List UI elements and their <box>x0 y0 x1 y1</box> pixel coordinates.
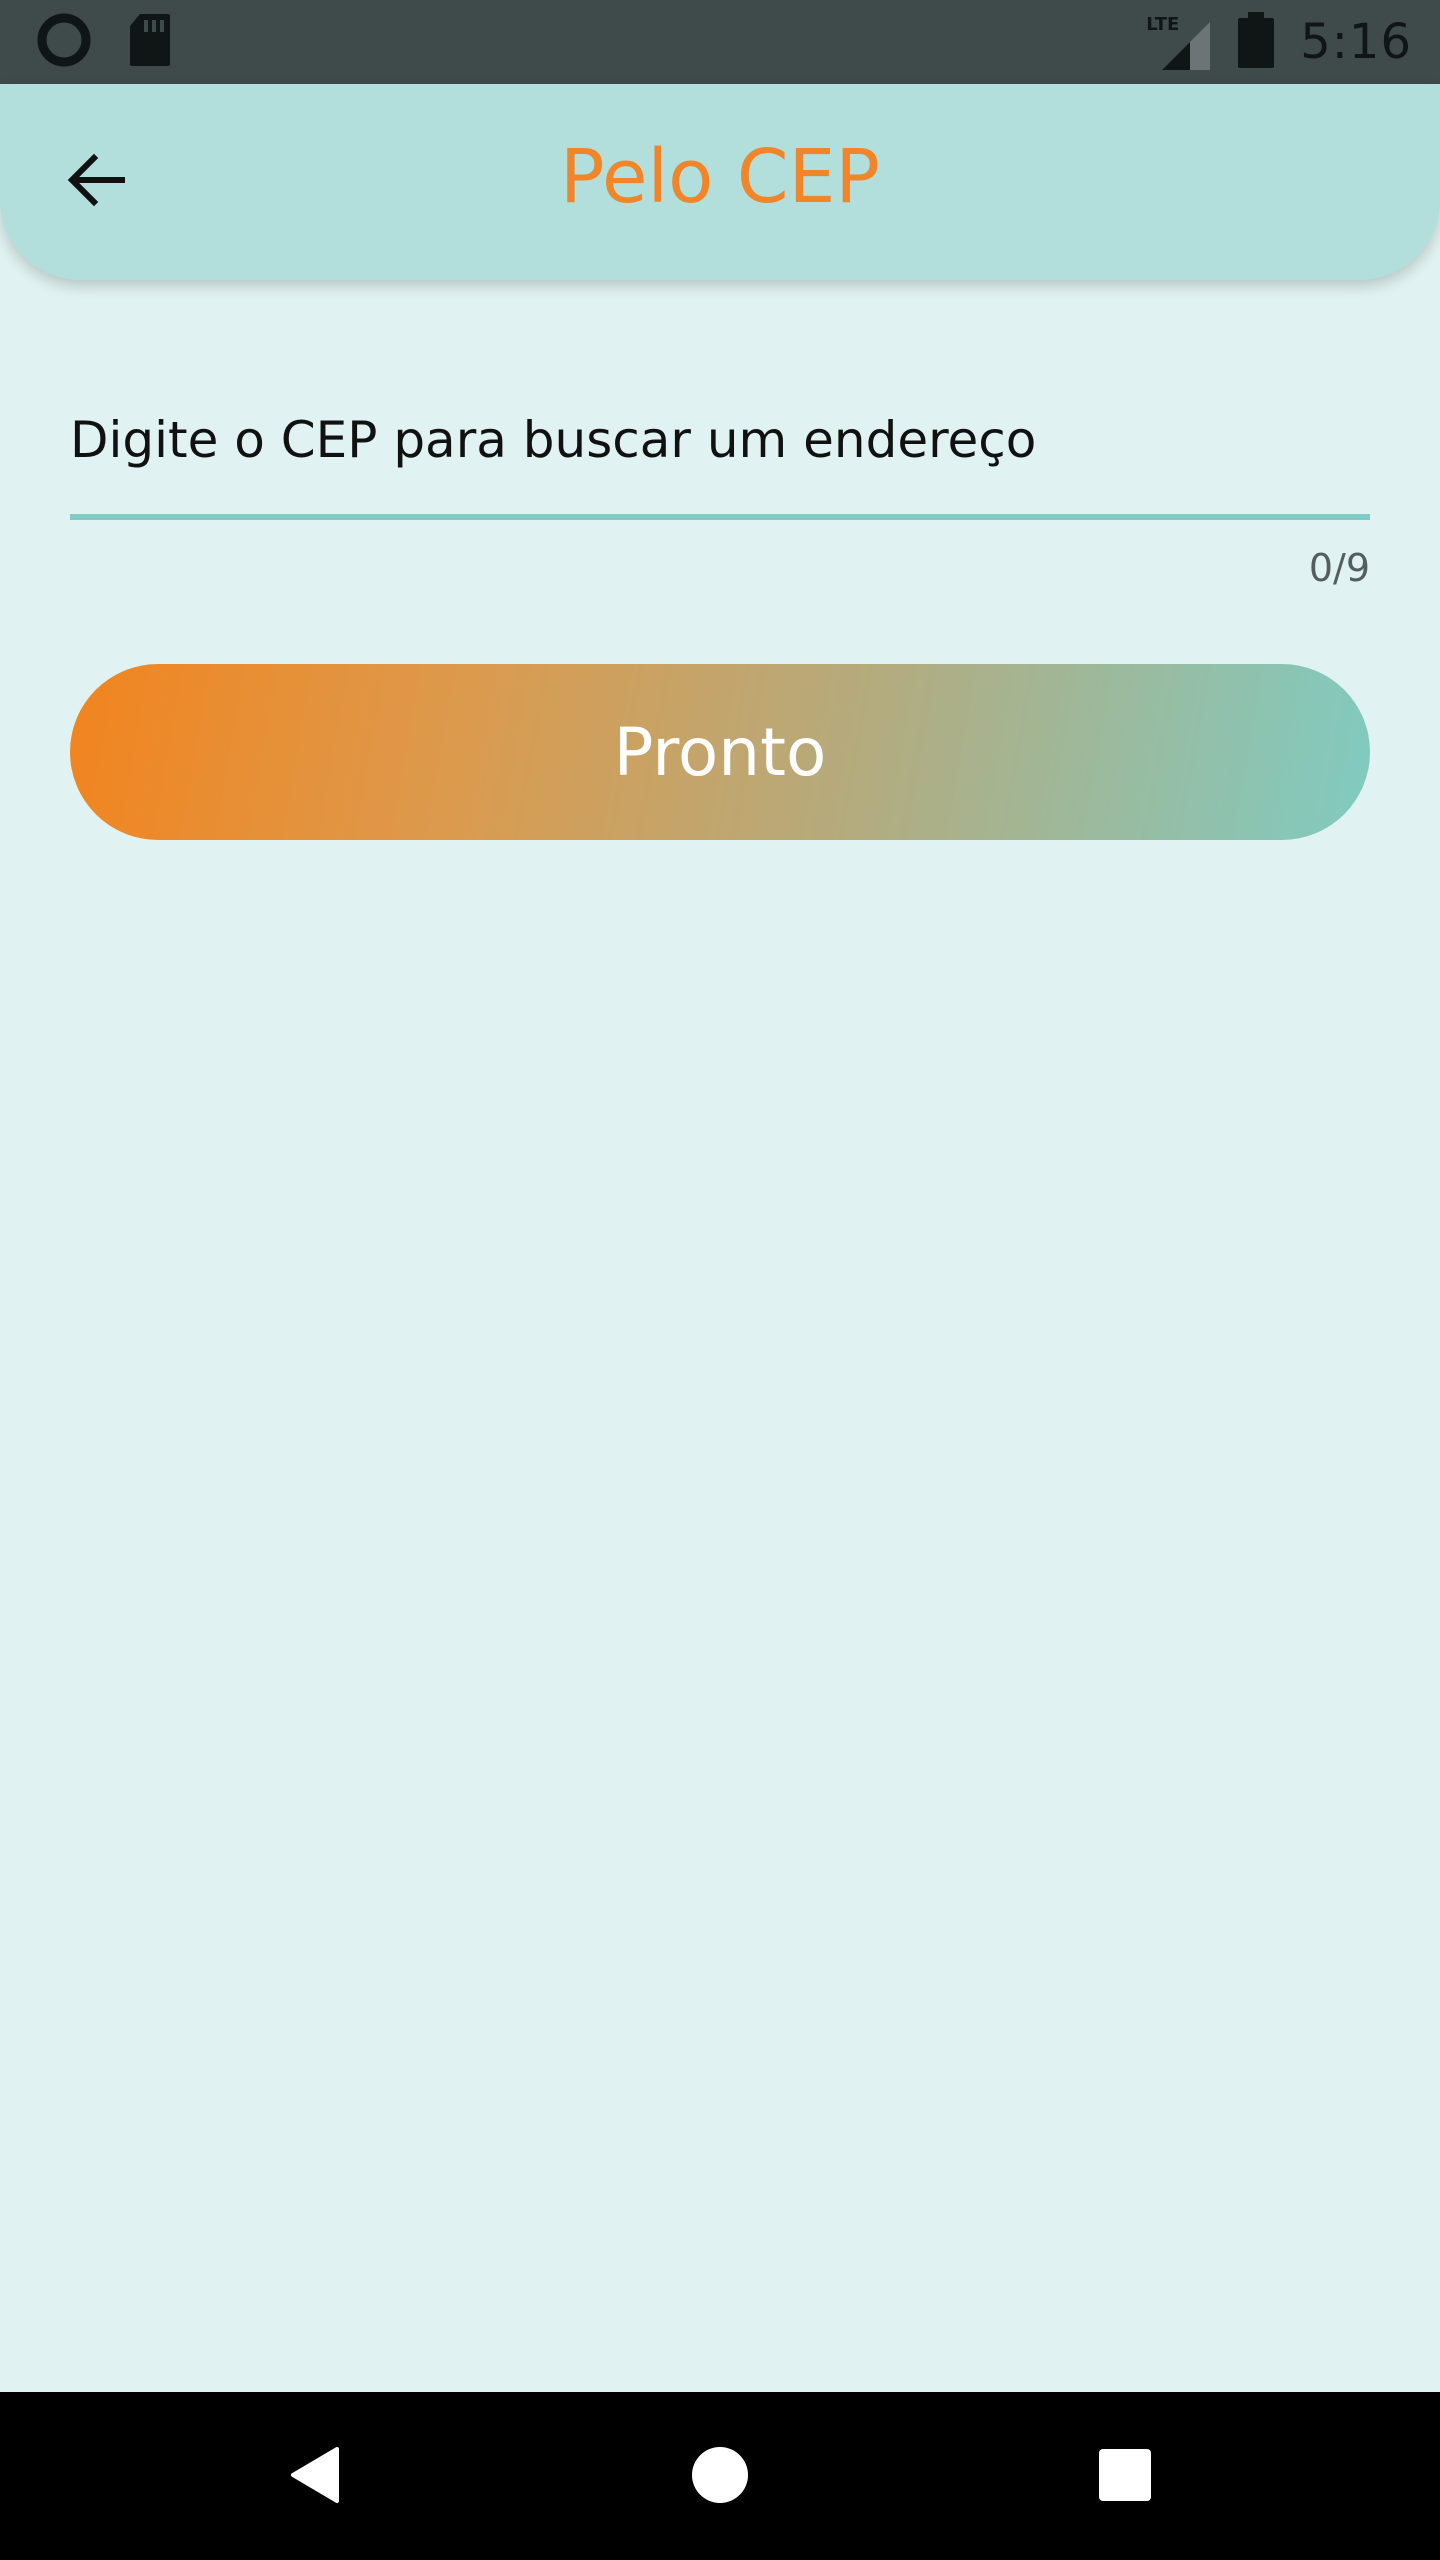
battery-icon <box>1236 10 1276 74</box>
nav-recents-icon <box>1097 2447 1153 2507</box>
nav-back-button[interactable] <box>270 2432 360 2522</box>
nav-back-icon <box>285 2443 345 2511</box>
nav-home-icon <box>690 2445 750 2509</box>
status-right-icons: LTE 5:16 <box>1146 10 1412 74</box>
navigation-bar <box>0 2392 1440 2560</box>
status-bar: LTE 5:16 <box>0 0 1440 84</box>
cep-input-underline <box>70 514 1370 520</box>
notification-circle-icon <box>36 12 92 72</box>
nav-home-button[interactable] <box>675 2432 765 2522</box>
status-left-icons <box>36 12 172 72</box>
pronto-button[interactable]: Pronto <box>70 664 1370 840</box>
pronto-button-label: Pronto <box>613 713 827 791</box>
cep-input[interactable] <box>70 380 1370 500</box>
nav-recents-button[interactable] <box>1080 2432 1170 2522</box>
page-title: Pelo CEP <box>560 134 880 220</box>
status-clock: 5:16 <box>1300 14 1412 70</box>
app-bar: Pelo CEP <box>0 84 1440 280</box>
sd-card-icon <box>128 12 172 72</box>
lte-signal-icon: LTE <box>1146 12 1212 72</box>
cep-char-counter: 0/9 <box>1308 546 1370 590</box>
